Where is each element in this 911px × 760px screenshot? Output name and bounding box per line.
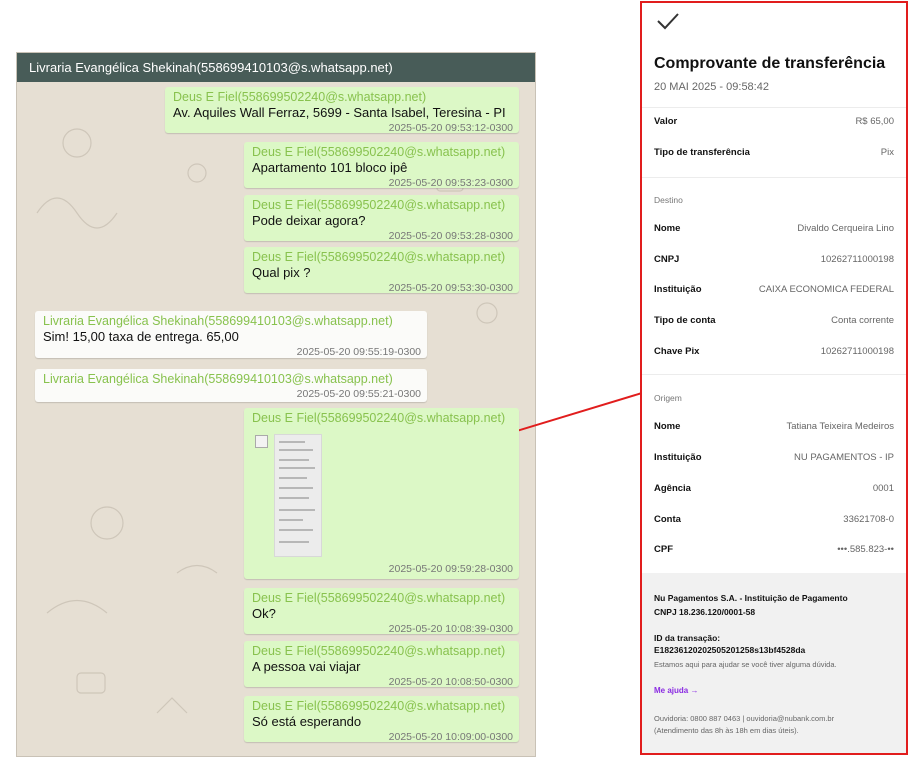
- company-name: Nu Pagamentos S.A. - Instituição de Paga…: [654, 593, 848, 603]
- message-time: 2025-05-20 09:53:12-0300: [388, 122, 513, 134]
- receipt-footer: Nu Pagamentos S.A. - Instituição de Paga…: [642, 573, 906, 753]
- message-bubble[interactable]: Deus E Fiel(558699502240@s.whatsapp.net)…: [244, 247, 519, 294]
- message-time: 2025-05-20 09:53:30-0300: [388, 282, 513, 294]
- transfer-receipt: Comprovante de transferência 20 MAI 2025…: [640, 1, 908, 755]
- check-icon: [657, 13, 679, 30]
- message-bubble[interactable]: Deus E Fiel(558699502240@s.whatsapp.net)…: [244, 142, 519, 189]
- receipt-date: 20 MAI 2025 - 09:58:42: [654, 81, 769, 93]
- message-author: Deus E Fiel(558699502240@s.whatsapp.net): [252, 411, 506, 425]
- receipt-row-tipo: Tipo de transferência Pix: [654, 147, 894, 158]
- message-time: 2025-05-20 09:53:28-0300: [388, 230, 513, 242]
- receipt-row-destino-tipo-conta: Tipo de conta Conta corrente: [654, 315, 894, 326]
- receipt-thumbnail-image[interactable]: [255, 434, 322, 557]
- divider: [642, 374, 906, 375]
- message-time: 2025-05-20 09:55:21-0300: [296, 388, 421, 400]
- message-time: 2025-05-20 09:59:28-0300: [388, 563, 513, 575]
- message-text: Qual pix ?: [252, 265, 311, 280]
- message-text: Av. Aquiles Wall Ferraz, 5699 - Santa Is…: [173, 105, 506, 120]
- message-author: Deus E Fiel(558699502240@s.whatsapp.net): [252, 145, 506, 159]
- help-text: Estamos aqui para ajudar se você tiver a…: [654, 660, 837, 669]
- receipt-row-origem-cpf: CPF •••.585.823-••: [654, 544, 894, 555]
- message-author: Deus E Fiel(558699502240@s.whatsapp.net): [252, 250, 506, 264]
- hours-text: (Atendimento das 8h às 18h em dias úteis…: [654, 726, 799, 735]
- receipt-row-origem-nome: Nome Tatiana Teixeira Medeiros: [654, 421, 894, 432]
- chat-header: Livraria Evangélica Shekinah(55869941010…: [17, 53, 535, 82]
- transaction-id-value: E18236120202505201258s13bf4528da: [654, 645, 806, 655]
- section-header-origem: Origem: [654, 393, 682, 403]
- message-time: 2025-05-20 10:09:00-0300: [388, 731, 513, 743]
- message-bubble[interactable]: Livraria Evangélica Shekinah(55869941010…: [35, 369, 427, 402]
- receipt-row-origem-agencia: Agência 0001: [654, 483, 894, 494]
- divider: [642, 107, 906, 108]
- message-author: Deus E Fiel(558699502240@s.whatsapp.net): [252, 644, 506, 658]
- message-time: 2025-05-20 10:08:50-0300: [388, 676, 513, 688]
- receipt-row-valor: Valor R$ 65,00: [654, 116, 894, 127]
- select-checkbox[interactable]: [255, 435, 268, 448]
- help-link[interactable]: Me ajuda →: [654, 686, 698, 695]
- message-author: Livraria Evangélica Shekinah(55869941010…: [43, 372, 393, 386]
- message-author: Livraria Evangélica Shekinah(55869941010…: [43, 314, 393, 328]
- message-time: 2025-05-20 10:08:39-0300: [388, 623, 513, 635]
- message-bubble[interactable]: Deus E Fiel(558699502240@s.whatsapp.net)…: [244, 641, 519, 688]
- company-cnpj: CNPJ 18.236.120/0001-58: [654, 607, 756, 617]
- message-author: Deus E Fiel(558699502240@s.whatsapp.net): [252, 198, 506, 212]
- transaction-id-label: ID da transação:: [654, 633, 721, 643]
- receipt-title: Comprovante de transferência: [654, 55, 886, 72]
- message-text: Pode deixar agora?: [252, 213, 366, 228]
- ouvidoria-text: Ouvidoria: 0800 887 0463 | ouvidoria@nub…: [654, 714, 835, 723]
- receipt-row-destino-cnpj: CNPJ 10262711000198: [654, 254, 894, 265]
- message-bubble[interactable]: Livraria Evangélica Shekinah(55869941010…: [35, 311, 427, 358]
- message-bubble[interactable]: Deus E Fiel(558699502240@s.whatsapp.net)…: [244, 195, 519, 242]
- message-text: Sim! 15,00 taxa de entrega. 65,00: [43, 329, 239, 344]
- message-bubble[interactable]: Deus E Fiel(558699502240@s.whatsapp.net)…: [244, 696, 519, 743]
- message-bubble-image[interactable]: Deus E Fiel(558699502240@s.whatsapp.net)…: [244, 408, 519, 579]
- message-text: Ok?: [252, 606, 276, 621]
- receipt-row-origem-conta: Conta 33621708-0: [654, 514, 894, 525]
- section-header-destino: Destino: [654, 195, 683, 205]
- message-text: Só está esperando: [252, 714, 362, 729]
- message-bubble[interactable]: Deus E Fiel(558699502240@s.whatsapp.net)…: [165, 87, 519, 134]
- receipt-row-destino-nome: Nome Divaldo Cerqueira Lino: [654, 223, 894, 234]
- receipt-row-origem-instituicao: Instituição NU PAGAMENTOS - IP: [654, 452, 894, 463]
- receipt-row-destino-chave-pix: Chave Pix 10262711000198: [654, 346, 894, 357]
- message-bubble[interactable]: Deus E Fiel(558699502240@s.whatsapp.net)…: [244, 588, 519, 635]
- message-time: 2025-05-20 09:55:19-0300: [296, 346, 421, 358]
- divider: [642, 177, 906, 178]
- message-text: Apartamento 101 bloco ipê: [252, 160, 408, 175]
- message-author: Deus E Fiel(558699502240@s.whatsapp.net): [252, 591, 506, 605]
- message-time: 2025-05-20 09:53:23-0300: [388, 177, 513, 189]
- message-author: Deus E Fiel(558699502240@s.whatsapp.net): [173, 90, 427, 104]
- message-author: Deus E Fiel(558699502240@s.whatsapp.net): [252, 699, 506, 713]
- receipt-row-destino-instituicao: Instituição CAIXA ECONOMICA FEDERAL: [654, 284, 894, 295]
- message-text: A pessoa vai viajar: [252, 659, 361, 674]
